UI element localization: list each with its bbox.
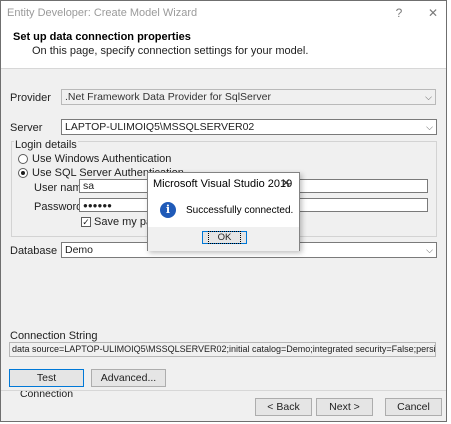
sql-auth-radio[interactable] [18, 168, 28, 178]
login-details-label: Login details [14, 139, 78, 151]
cancel-button[interactable]: Cancel [385, 398, 442, 416]
message-text: Successfully connected. [186, 205, 294, 216]
message-box-footer: OK [148, 227, 299, 251]
server-value: LAPTOP-ULIMOIQ5\MSSQLSERVER02 [65, 121, 255, 133]
provider-label: Provider [10, 92, 51, 104]
title-bar: Entity Developer: Create Model Wizard ? … [1, 1, 446, 25]
close-icon[interactable]: ✕ [425, 5, 441, 21]
ok-button[interactable]: OK [202, 231, 247, 244]
page-title: Set up data connection properties [13, 31, 191, 43]
database-value: Demo [65, 244, 94, 256]
footer-divider [1, 390, 446, 391]
window-title: Entity Developer: Create Model Wizard [7, 7, 198, 19]
message-box: Microsoft Visual Studio 2019 ✕ i Success… [147, 172, 300, 251]
provider-dropdown[interactable]: .Net Framework Data Provider for SqlServ… [61, 89, 436, 105]
test-connection-button[interactable]: Test Connection [9, 369, 84, 400]
chevron-down-icon: ⌵ [426, 245, 433, 255]
windows-auth-label[interactable]: Use Windows Authentication [32, 153, 171, 165]
server-dropdown[interactable]: LAPTOP-ULIMOIQ5\MSSQLSERVER02 ⌵ [61, 119, 437, 135]
advanced-button[interactable]: Advanced... [91, 369, 166, 387]
back-button[interactable]: < Back [255, 398, 312, 416]
windows-auth-radio[interactable] [18, 154, 28, 164]
database-label: Database [10, 245, 58, 257]
wizard-header: Set up data connection properties On thi… [1, 25, 446, 69]
ok-button-label: OK [207, 231, 242, 244]
provider-value: .Net Framework Data Provider for SqlServ… [65, 91, 271, 103]
connection-string-label: Connection String [10, 330, 98, 342]
connection-string-field[interactable]: data source=LAPTOP-ULIMOIQ5\MSSQLSERVER0… [9, 342, 436, 357]
help-icon[interactable]: ? [391, 5, 407, 21]
connection-string-value: data source=LAPTOP-ULIMOIQ5\MSSQLSERVER0… [12, 344, 436, 354]
message-box-title: Microsoft Visual Studio 2019 [153, 178, 293, 190]
save-password-checkbox[interactable]: ✓ [81, 217, 91, 227]
password-value: ●●●●●● [83, 201, 112, 210]
username-value: sa [83, 180, 95, 192]
password-label: Password [34, 201, 83, 213]
page-subtitle: On this page, specify connection setting… [32, 45, 309, 57]
chevron-down-icon: ⌵ [425, 92, 432, 102]
server-label: Server [10, 122, 43, 134]
close-icon[interactable]: ✕ [281, 176, 291, 190]
next-button[interactable]: Next > [316, 398, 373, 416]
chevron-down-icon: ⌵ [426, 122, 433, 132]
info-icon: i [160, 202, 176, 218]
